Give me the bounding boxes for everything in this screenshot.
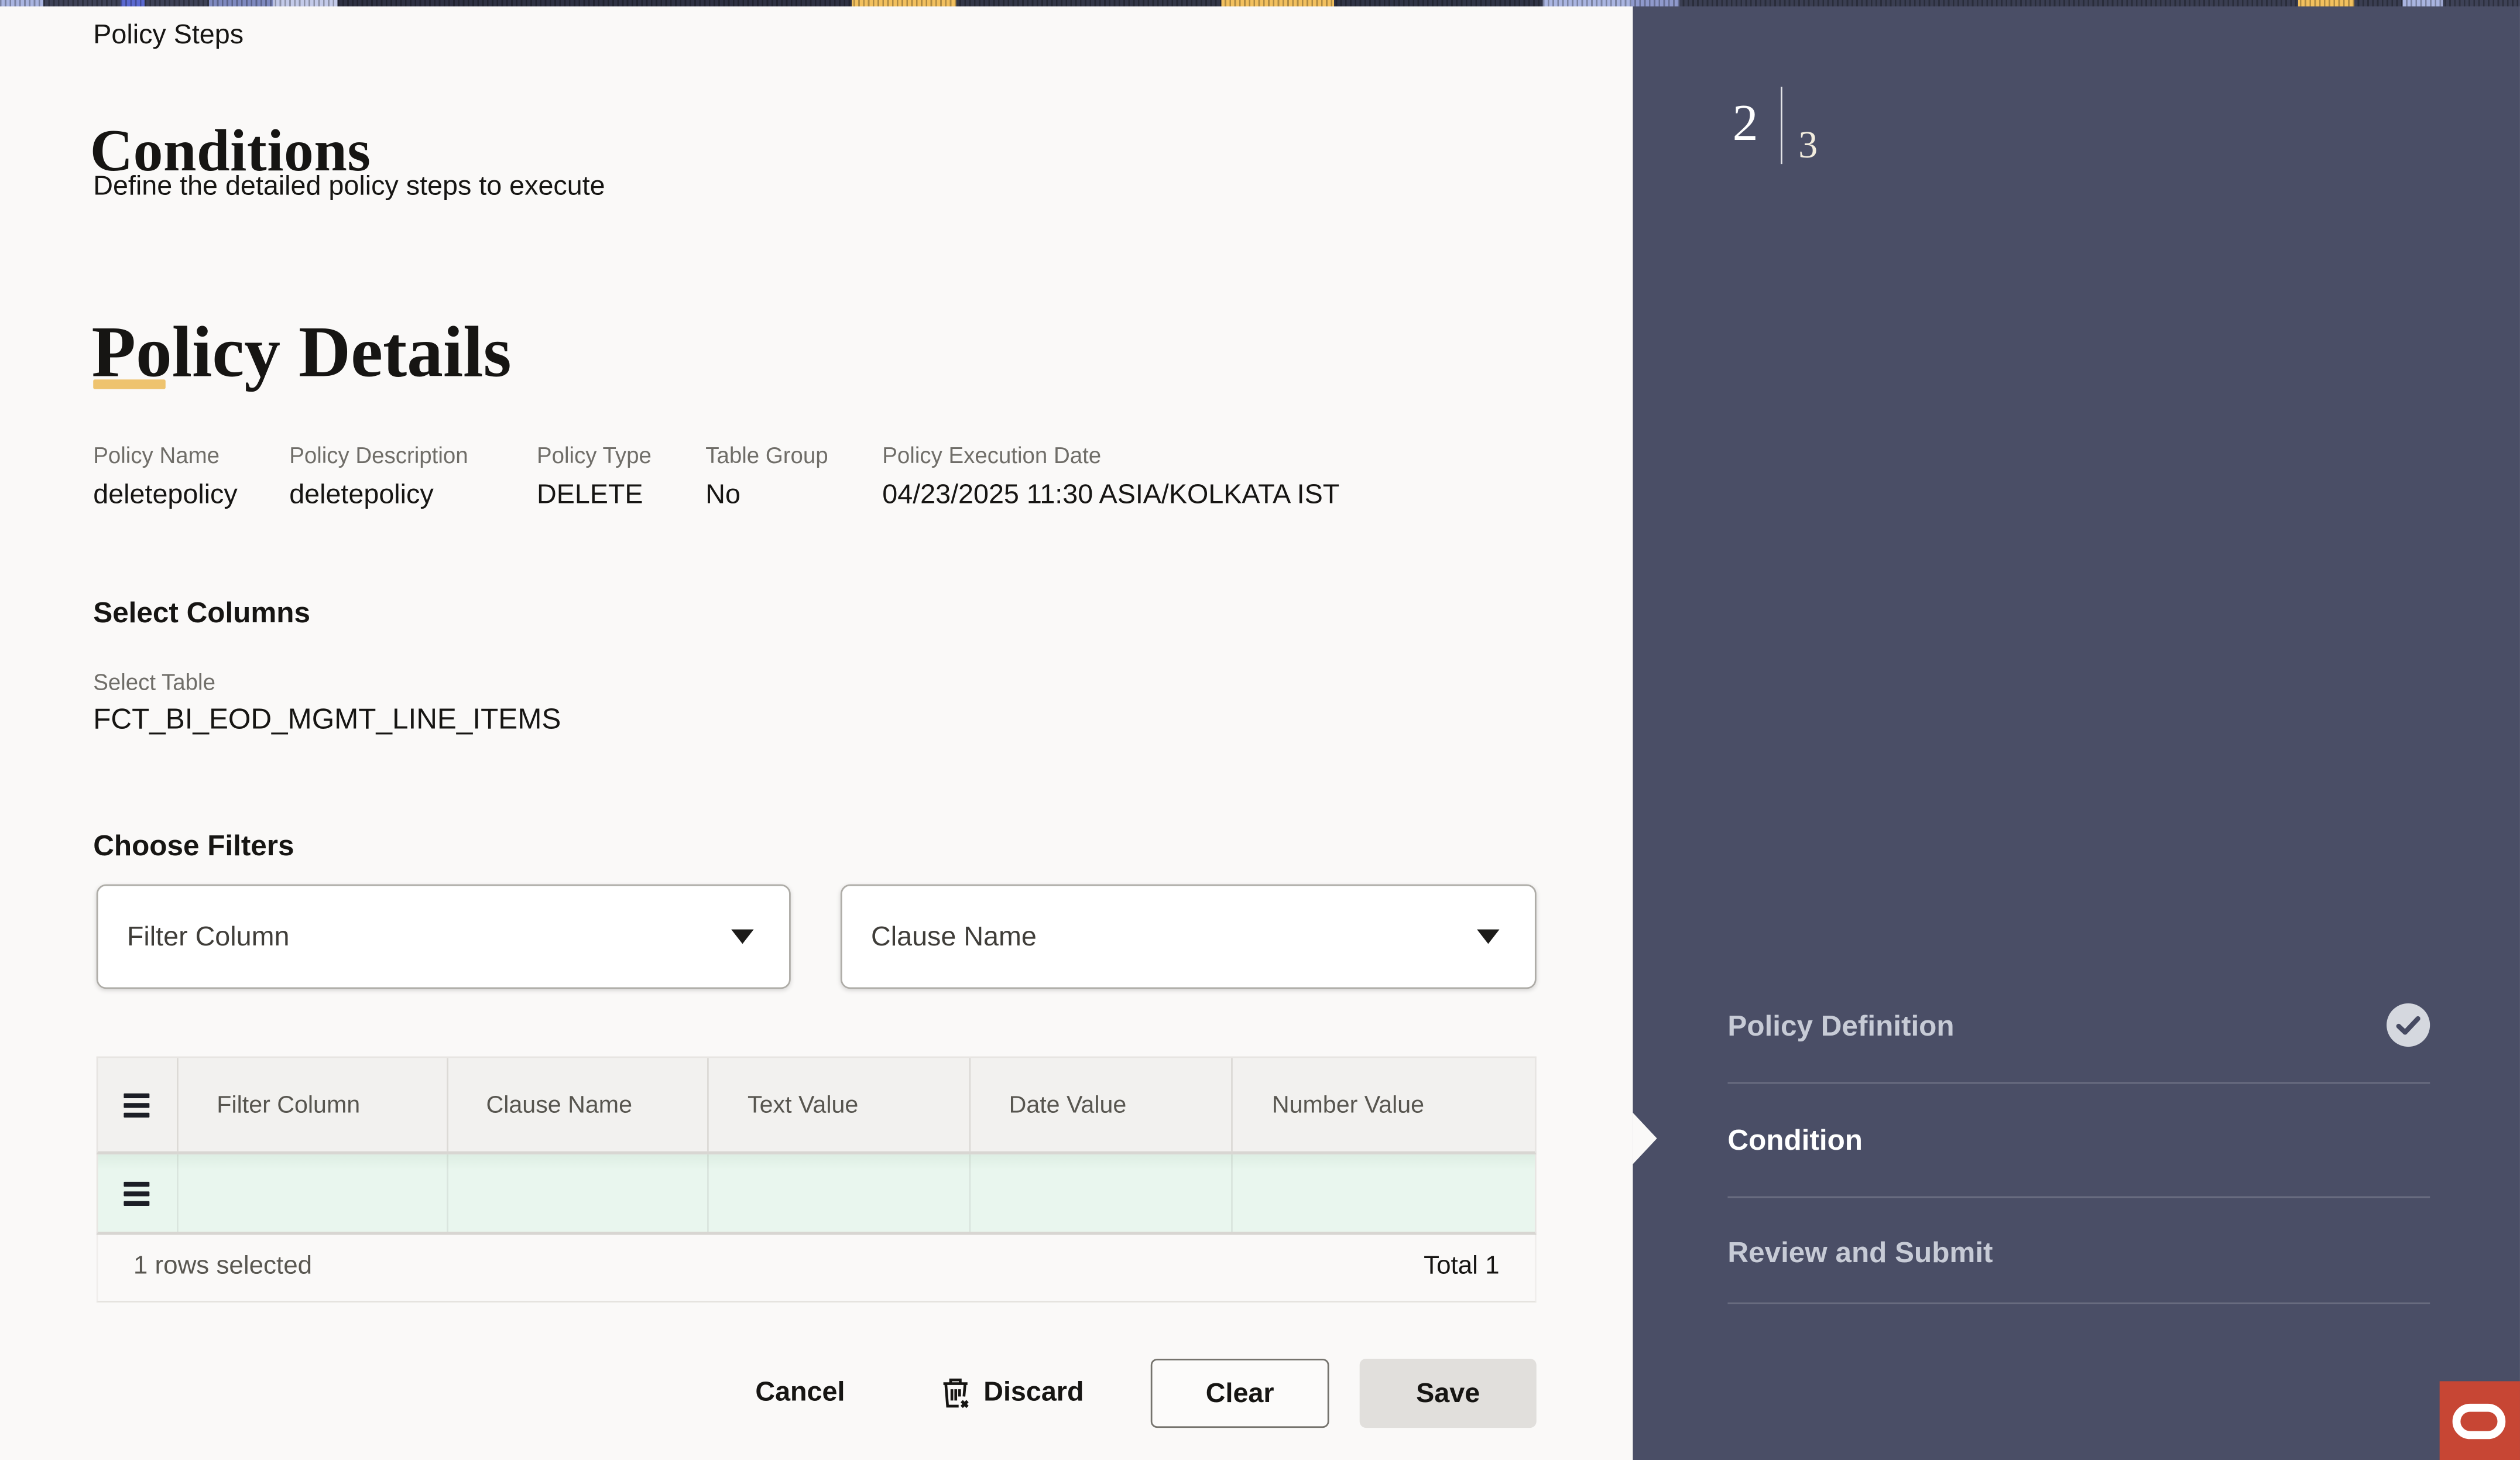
step-divider bbox=[1727, 1082, 2430, 1084]
oracle-logo bbox=[2440, 1381, 2520, 1460]
save-button[interactable]: Save bbox=[1360, 1359, 1537, 1428]
filters-table-footer: 1 rows selected Total 1 bbox=[97, 1235, 1537, 1302]
step-condition[interactable]: Condition bbox=[1727, 1124, 1863, 1158]
page-subtitle: Define the detailed policy steps to exec… bbox=[93, 170, 605, 203]
field-policy-description: Policy Description deletepolicy bbox=[289, 442, 492, 511]
browser-artifact-strip bbox=[0, 0, 2520, 6]
row-drag-handle-cell[interactable] bbox=[98, 1154, 178, 1232]
select-columns-heading: Select Columns bbox=[93, 597, 310, 630]
field-value: No bbox=[705, 479, 837, 512]
column-header-date-value: Date Value bbox=[971, 1058, 1233, 1151]
select-table-label: Select Table bbox=[93, 669, 215, 695]
rows-selected-status: 1 rows selected bbox=[133, 1253, 312, 1281]
total-steps-number: 3 bbox=[1798, 125, 1818, 169]
column-header-filter-column: Filter Column bbox=[178, 1058, 447, 1151]
column-header-clause-name: Clause Name bbox=[448, 1058, 709, 1151]
column-header-number-value: Number Value bbox=[1233, 1058, 1535, 1151]
filter-column-dropdown-value: Filter Column bbox=[127, 920, 731, 952]
field-policy-execution-date: Policy Execution Date 04/23/2025 11:30 A… bbox=[882, 442, 1339, 511]
row-cell-filter-column[interactable] bbox=[178, 1154, 447, 1232]
clause-name-dropdown[interactable]: Clause Name bbox=[841, 885, 1537, 989]
clear-button[interactable]: Clear bbox=[1151, 1359, 1329, 1428]
field-table-group: Table Group No bbox=[705, 442, 837, 511]
field-label: Policy Execution Date bbox=[882, 442, 1339, 468]
hamburger-icon bbox=[125, 1092, 150, 1116]
select-table-value: FCT_BI_EOD_MGMT_LINE_ITEMS bbox=[93, 702, 561, 736]
policy-details-fields: Policy Name deletepolicy Policy Descript… bbox=[93, 442, 1384, 511]
wizard-train-panel: 2 3 Policy Definition Condition Review a… bbox=[1633, 6, 2520, 1460]
field-value: DELETE bbox=[537, 479, 660, 512]
conditions-step-content: Policy Steps Conditions Define the detai… bbox=[0, 6, 1633, 1460]
row-cell-date-value[interactable] bbox=[971, 1154, 1233, 1232]
current-step-number: 2 bbox=[1733, 93, 1758, 153]
field-label: Table Group bbox=[705, 442, 837, 468]
field-label: Policy Name bbox=[93, 442, 244, 468]
total-rows-status: Total 1 bbox=[1424, 1253, 1499, 1281]
row-cell-clause-name[interactable] bbox=[448, 1154, 709, 1232]
field-policy-type: Policy Type DELETE bbox=[537, 442, 660, 511]
step-divider bbox=[1727, 1197, 2430, 1198]
filters-table: Filter Column Clause Name Text Value Dat… bbox=[97, 1057, 1537, 1303]
action-bar: Cancel Discard Clear Save bbox=[0, 1357, 1633, 1431]
caret-down-icon bbox=[731, 930, 753, 944]
policy-steps-eyebrow: Policy Steps bbox=[93, 19, 244, 52]
field-value: 04/23/2025 11:30 ASIA/KOLKATA IST bbox=[882, 479, 1339, 512]
header-drag-handle-cell bbox=[98, 1058, 178, 1151]
table-row-selected[interactable] bbox=[97, 1154, 1537, 1235]
row-cell-number-value[interactable] bbox=[1233, 1154, 1535, 1232]
step-review-and-submit[interactable]: Review and Submit bbox=[1727, 1236, 1993, 1270]
gold-accent-bar bbox=[93, 379, 166, 389]
step-policy-definition[interactable]: Policy Definition bbox=[1727, 1010, 1954, 1044]
clause-name-dropdown-value: Clause Name bbox=[871, 920, 1477, 952]
row-cell-text-value[interactable] bbox=[709, 1154, 971, 1232]
progress-divider-line bbox=[1781, 87, 1782, 164]
cancel-button[interactable]: Cancel bbox=[755, 1357, 845, 1428]
step-progress-indicator: 2 3 bbox=[1733, 84, 1877, 196]
discard-button[interactable]: Discard bbox=[940, 1357, 1084, 1428]
hamburger-icon[interactable] bbox=[125, 1181, 150, 1205]
field-value: deletepolicy bbox=[289, 479, 492, 512]
field-label: Policy Type bbox=[537, 442, 660, 468]
filters-table-header: Filter Column Clause Name Text Value Dat… bbox=[97, 1057, 1537, 1155]
field-policy-name: Policy Name deletepolicy bbox=[93, 442, 244, 511]
caret-down-icon bbox=[1477, 930, 1499, 944]
current-step-pointer bbox=[1633, 1113, 1657, 1164]
trash-icon bbox=[940, 1376, 971, 1410]
field-label: Policy Description bbox=[289, 442, 492, 468]
field-value: deletepolicy bbox=[93, 479, 244, 512]
policy-wizard-app: Policy Steps Conditions Define the detai… bbox=[0, 0, 2520, 1460]
choose-filters-heading: Choose Filters bbox=[93, 830, 294, 863]
filter-column-dropdown[interactable]: Filter Column bbox=[97, 885, 791, 989]
step-divider bbox=[1727, 1303, 2430, 1304]
column-header-text-value: Text Value bbox=[709, 1058, 971, 1151]
oracle-o-icon bbox=[2453, 1404, 2506, 1439]
check-circle-icon bbox=[2387, 1003, 2430, 1047]
discard-button-label: Discard bbox=[983, 1357, 1084, 1428]
